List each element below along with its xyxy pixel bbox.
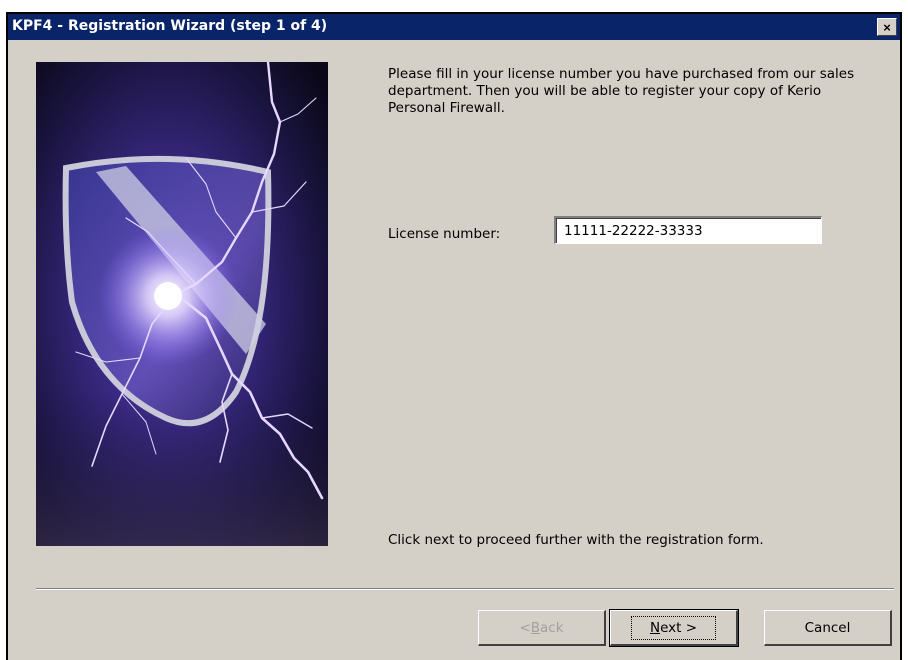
button-separator [36,588,894,590]
title-bar[interactable]: KPF4 - Registration Wizard (step 1 of 4)… [8,14,900,40]
back-button-accel: B [530,619,541,636]
close-button[interactable]: × [877,18,897,36]
license-number-label: License number: [388,226,501,242]
back-button-prefix: < [519,619,531,636]
shield-lightning-image [36,62,328,546]
cancel-button[interactable]: Cancel [764,610,892,646]
banner-artwork [36,62,328,546]
window-title: KPF4 - Registration Wizard (step 1 of 4) [12,18,328,34]
registration-wizard-window: KPF4 - Registration Wizard (step 1 of 4)… [6,12,902,660]
next-button-accel: N [649,619,661,636]
next-button[interactable]: Next > [609,609,739,647]
back-button-rest: ack [540,619,564,636]
proceed-instruction-text: Click next to proceed further with the r… [388,532,764,548]
back-button[interactable]: < Back [478,610,606,646]
close-icon: × [883,19,891,35]
license-number-input[interactable] [554,216,822,244]
next-button-focus: Next > [630,615,717,640]
intro-text: Please fill in your license number you h… [388,66,855,116]
next-button-rest: ext > [660,619,698,636]
